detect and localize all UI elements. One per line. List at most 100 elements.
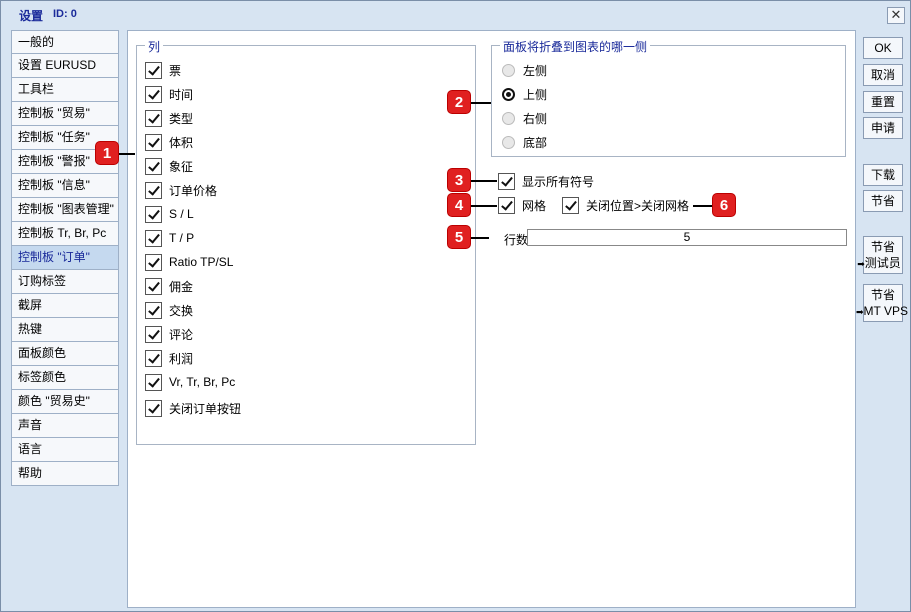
fold-side-radio[interactable] — [502, 87, 515, 101]
sidebar-item[interactable]: 控制板 "图表管理" — [11, 198, 119, 222]
column-label: 体积 — [169, 135, 194, 150]
column-label: 时间 — [169, 87, 194, 102]
sidebar-item[interactable]: 语言 — [11, 438, 119, 462]
column-checkbox[interactable] — [145, 61, 162, 79]
sidebar-item[interactable]: 截屏 — [11, 294, 119, 318]
column-checkbox[interactable] — [145, 157, 162, 175]
annotation-line-1 — [119, 153, 135, 155]
column-option[interactable]: 佣金 — [145, 276, 193, 296]
cancel-button[interactable]: 取消 — [863, 64, 903, 86]
ok-button[interactable]: OK — [863, 37, 903, 59]
title-bar: 设置 ID: 0 ✕ — [1, 1, 910, 29]
column-option[interactable]: 评论 — [145, 324, 193, 344]
sidebar-item[interactable]: 一般的 — [11, 30, 119, 54]
fold-side-radio[interactable] — [502, 135, 515, 149]
column-option[interactable]: 类型 — [145, 108, 193, 128]
column-checkbox[interactable] — [145, 277, 162, 295]
column-label: 关闭订单按钮 — [169, 401, 242, 416]
column-checkbox[interactable] — [145, 85, 162, 103]
sidebar-item[interactable]: 工具栏 — [11, 78, 119, 102]
save-to-tester-bottom-label: 测试员 — [864, 256, 901, 270]
column-option[interactable]: Ratio TP/SL — [145, 252, 233, 272]
reset-button[interactable]: 重置 — [863, 91, 903, 113]
column-checkbox[interactable] — [145, 325, 162, 343]
column-option[interactable]: S / L — [145, 204, 194, 224]
fold-side-radio[interactable] — [502, 111, 515, 125]
fold-side-radio[interactable] — [502, 63, 515, 77]
fold-side-label: 左侧 — [523, 63, 548, 78]
annotation-badge-1: 1 — [95, 141, 119, 165]
close-position-grid-label: 关闭位置>关闭网格 — [586, 198, 690, 213]
sidebar-item[interactable]: 设置 EURUSD — [11, 54, 119, 78]
close-button[interactable]: ✕ — [887, 7, 905, 24]
annotation-line-5 — [471, 237, 489, 239]
column-checkbox[interactable] — [145, 205, 162, 223]
column-checkbox[interactable] — [145, 109, 162, 127]
column-label: 类型 — [169, 111, 194, 126]
fold-side-option[interactable]: 左侧 — [502, 61, 547, 79]
annotation-badge-4: 4 — [447, 193, 471, 217]
column-option[interactable]: T / P — [145, 228, 194, 248]
sidebar-item[interactable]: 颜色 "贸易史" — [11, 390, 119, 414]
columns-legend: 列 — [145, 38, 164, 55]
column-label: T / P — [169, 231, 195, 245]
column-option[interactable]: 象征 — [145, 156, 193, 176]
sidebar-item[interactable]: 面板颜色 — [11, 342, 119, 366]
save-to-vps-button[interactable]: 节省 ➡MT VPS — [856, 284, 908, 322]
fold-side-label: 上侧 — [523, 87, 548, 102]
column-checkbox[interactable] — [145, 301, 162, 319]
sidebar-item[interactable]: 声音 — [11, 414, 119, 438]
annotation-line-3 — [471, 180, 497, 182]
column-option[interactable]: 交换 — [145, 300, 193, 320]
column-label: 订单价格 — [169, 183, 218, 198]
save-to-tester-button[interactable]: 节省 ➡测试员 — [857, 236, 903, 274]
fold-side-option[interactable]: 底部 — [502, 133, 547, 151]
save-button[interactable]: 节省 — [863, 190, 903, 212]
column-option[interactable]: 关闭订单按钮 — [145, 398, 241, 418]
fold-side-legend: 面板将折叠到图表的哪一侧 — [500, 38, 651, 55]
save-to-vps-top-label: 节省 — [870, 288, 895, 302]
sidebar-item[interactable]: 订购标签 — [11, 270, 119, 294]
show-all-symbols-option[interactable]: 显示所有符号 — [498, 171, 594, 191]
rows-input[interactable]: 5 — [527, 229, 847, 246]
column-checkbox[interactable] — [145, 229, 162, 247]
annotation-line-6 — [693, 205, 713, 207]
column-checkbox[interactable] — [145, 399, 162, 417]
column-checkbox[interactable] — [145, 181, 162, 199]
column-label: Vr, Tr, Br, Pc — [169, 375, 236, 389]
settings-window: 设置 ID: 0 ✕ 一般的 设置 EURUSD 工具栏 控制板 "贸易" 控制板 "任… — [0, 0, 911, 612]
column-checkbox[interactable] — [145, 133, 162, 151]
column-option[interactable]: 时间 — [145, 84, 193, 104]
fold-side-group: 面板将折叠到图表的哪一侧 左侧上侧右侧底部 — [491, 38, 846, 157]
sidebar-item[interactable]: 控制板 "订单" — [11, 246, 119, 270]
sidebar-item[interactable]: 控制板 "信息" — [11, 174, 119, 198]
annotation-badge-3: 3 — [447, 168, 471, 192]
sidebar-item[interactable]: 控制板 Tr, Br, Pc — [11, 222, 119, 246]
column-checkbox[interactable] — [145, 349, 162, 367]
column-checkbox[interactable] — [145, 373, 162, 391]
close-icon: ✕ — [890, 7, 902, 22]
apply-button[interactable]: 申请 — [863, 117, 903, 139]
sidebar-item[interactable]: 控制板 "贸易" — [11, 102, 119, 126]
fold-side-option[interactable]: 上侧 — [502, 85, 547, 103]
column-option[interactable]: Vr, Tr, Br, Pc — [145, 372, 235, 392]
grid-checkbox[interactable] — [498, 196, 515, 214]
download-button[interactable]: 下载 — [863, 164, 903, 186]
column-label: S / L — [169, 207, 194, 221]
column-option[interactable]: 票 — [145, 60, 181, 80]
column-option[interactable]: 体积 — [145, 132, 193, 152]
columns-group: 列 票时间类型体积象征订单价格 S / L T / P Ratio TP/SL 佣金交换… — [136, 38, 476, 445]
fold-side-option[interactable]: 右侧 — [502, 109, 547, 127]
annotation-line-2 — [471, 102, 491, 104]
close-position-grid-option[interactable]: 关闭位置>关闭网格 — [562, 195, 689, 215]
column-option[interactable]: 利润 — [145, 348, 193, 368]
column-label: 评论 — [169, 327, 194, 342]
close-position-grid-checkbox[interactable] — [562, 196, 579, 214]
column-option[interactable]: 订单价格 — [145, 180, 217, 200]
sidebar-item[interactable]: 标签颜色 — [11, 366, 119, 390]
sidebar-item[interactable]: 热键 — [11, 318, 119, 342]
show-all-symbols-checkbox[interactable] — [498, 172, 515, 190]
grid-option[interactable]: 网格 — [498, 195, 546, 215]
column-checkbox[interactable] — [145, 253, 162, 271]
sidebar-item[interactable]: 帮助 — [11, 462, 119, 486]
